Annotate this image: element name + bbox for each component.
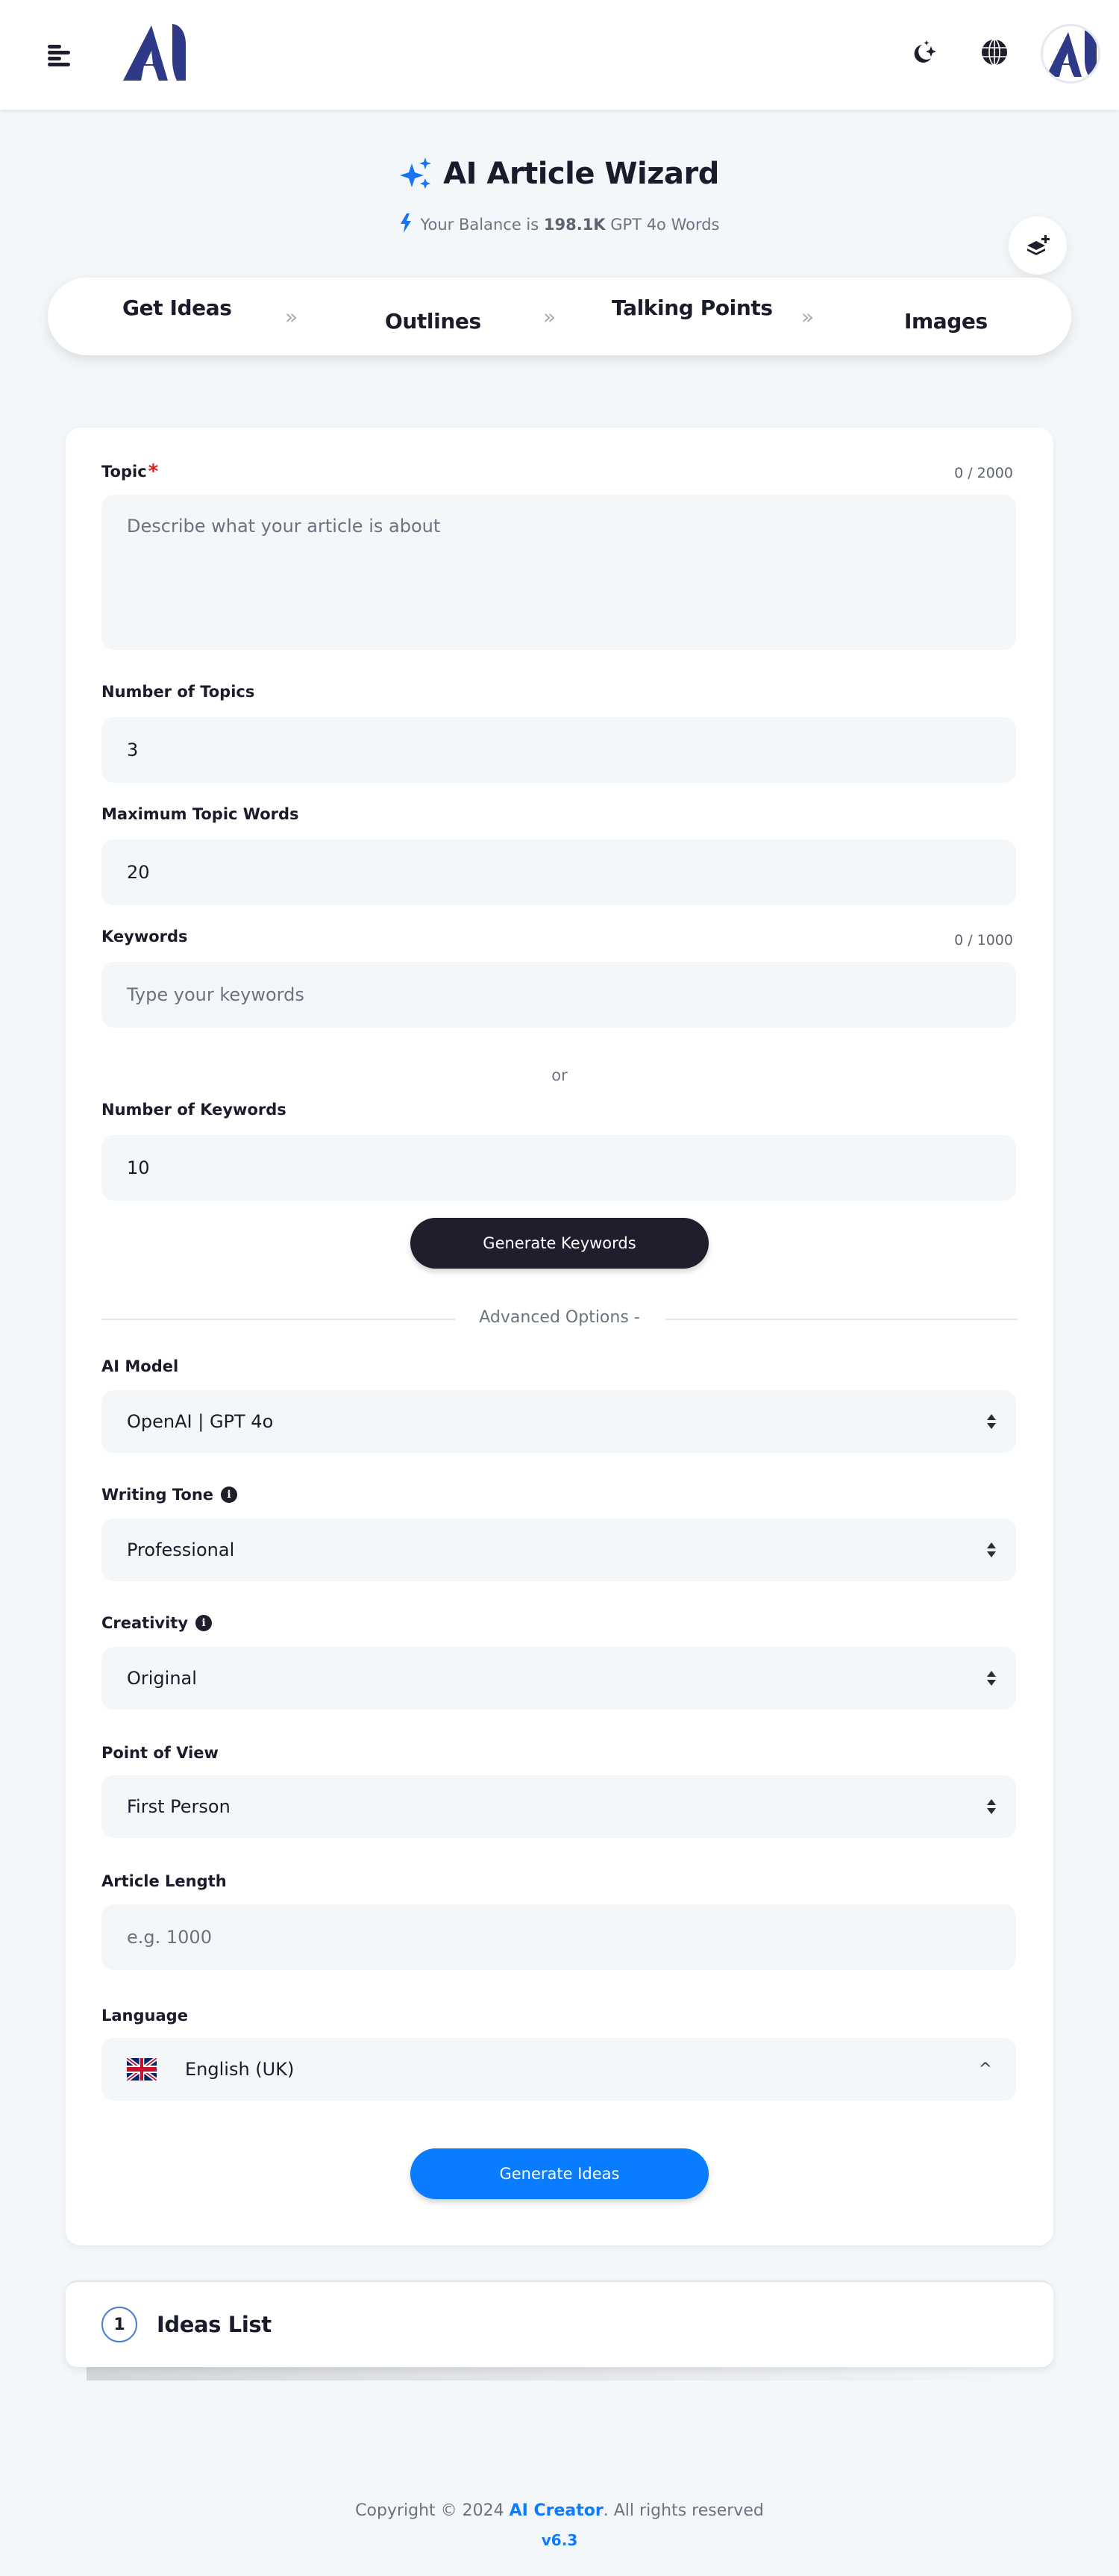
chevron-up-icon: ^ [978, 2060, 992, 2079]
info-icon[interactable]: i [221, 1486, 238, 1503]
page-title: AI Article Wizard [400, 157, 719, 191]
chevron-double-right-icon: » [543, 304, 557, 329]
sort-updown-icon [987, 1799, 996, 1814]
add-layer-button[interactable] [1009, 216, 1067, 275]
keywords-char-counter: 0 / 1000 [954, 932, 1013, 948]
ai-creator-logo[interactable] [123, 22, 186, 84]
globe-icon[interactable] [979, 37, 1009, 67]
topic-textarea[interactable]: Describe what your article is about [101, 495, 1016, 650]
app-version: v6.3 [541, 2531, 578, 2549]
footer-copyright: Copyright © 2024 AI Creator. All rights … [355, 2501, 764, 2520]
generate-ideas-button[interactable]: Generate Ideas [410, 2148, 709, 2199]
language-label: Language [101, 2007, 188, 2025]
page-title-row: AI Article Wizard [0, 157, 1119, 193]
hamburger-menu-icon[interactable] [46, 42, 72, 66]
moon-stars-icon[interactable] [909, 37, 938, 67]
page-title-text: AI Article Wizard [443, 157, 719, 191]
advanced-options-divider: Advanced Options - [101, 1308, 1018, 1327]
max-topic-words-input[interactable]: 20 [101, 840, 1016, 905]
brand-link[interactable]: AI Creator [510, 2501, 604, 2520]
topic-char-counter: 0 / 2000 [954, 465, 1013, 481]
number-of-keywords-label: Number of Keywords [101, 1101, 286, 1119]
sparkles-icon [400, 157, 432, 189]
balance-info: Your Balance is 198.1K GPT 4o Words [0, 213, 1119, 234]
step-number-badge: 1 [101, 2307, 137, 2342]
topic-label: Topic * [101, 460, 159, 483]
ideas-list-card[interactable]: 1 Ideas List [66, 2280, 1053, 2367]
chevron-double-right-icon: » [285, 304, 298, 329]
balance-value: 198.1K [543, 216, 606, 234]
creativity-label: Creativity i [101, 1614, 213, 1632]
language-select[interactable]: English (UK) ^ [101, 2038, 1016, 2101]
point-of-view-select[interactable]: First Person [101, 1775, 1016, 1838]
writing-tone-label: Writing Tone i [101, 1486, 238, 1504]
get-ideas-form-card: Topic * 0 / 2000 Describe what your artic… [66, 428, 1053, 2245]
number-of-topics-label: Number of Topics [101, 683, 255, 701]
step-images[interactable]: Images [904, 309, 988, 334]
step-outlines[interactable]: Outlines [385, 309, 481, 334]
ideas-card-shadow [87, 2367, 1034, 2380]
creativity-select[interactable]: Original [101, 1647, 1016, 1710]
writing-tone-select[interactable]: Professional [101, 1519, 1016, 1581]
layers-plus-icon [1027, 235, 1050, 255]
step-talking-points[interactable]: Talking Points [612, 296, 773, 320]
ideas-list-title: Ideas List [157, 2312, 272, 2337]
advanced-options-toggle[interactable]: Advanced Options - [101, 1308, 1018, 1327]
number-of-topics-input[interactable]: 3 [101, 717, 1016, 783]
number-of-keywords-input[interactable]: 10 [101, 1135, 1016, 1201]
max-topic-words-label: Maximum Topic Words [101, 805, 299, 823]
keywords-label: Keywords [101, 928, 188, 945]
required-asterisk: * [148, 460, 159, 483]
user-avatar[interactable] [1041, 24, 1100, 84]
top-navbar [0, 0, 1119, 110]
generate-keywords-button[interactable]: Generate Keywords [410, 1218, 709, 1269]
wizard-stepper: Get Ideas » Outlines » Talking Points » … [48, 278, 1071, 355]
keywords-input[interactable]: Type your keywords [101, 962, 1016, 1028]
article-length-input[interactable]: e.g. 1000 [101, 1904, 1016, 1970]
sort-updown-icon [987, 1671, 996, 1686]
sort-updown-icon [987, 1414, 996, 1429]
uk-flag-icon [127, 2058, 157, 2081]
info-icon[interactable]: i [195, 1615, 213, 1631]
or-separator: or [551, 1066, 568, 1084]
point-of-view-label: Point of View [101, 1744, 219, 1762]
lightning-bolt-icon [401, 213, 412, 233]
ai-model-label: AI Model [101, 1357, 179, 1375]
chevron-double-right-icon: » [801, 304, 815, 329]
ai-model-select[interactable]: OpenAI | GPT 4o [101, 1390, 1016, 1453]
step-get-ideas[interactable]: Get Ideas [122, 296, 232, 320]
article-length-label: Article Length [101, 1872, 227, 1890]
sort-updown-icon [987, 1542, 996, 1557]
